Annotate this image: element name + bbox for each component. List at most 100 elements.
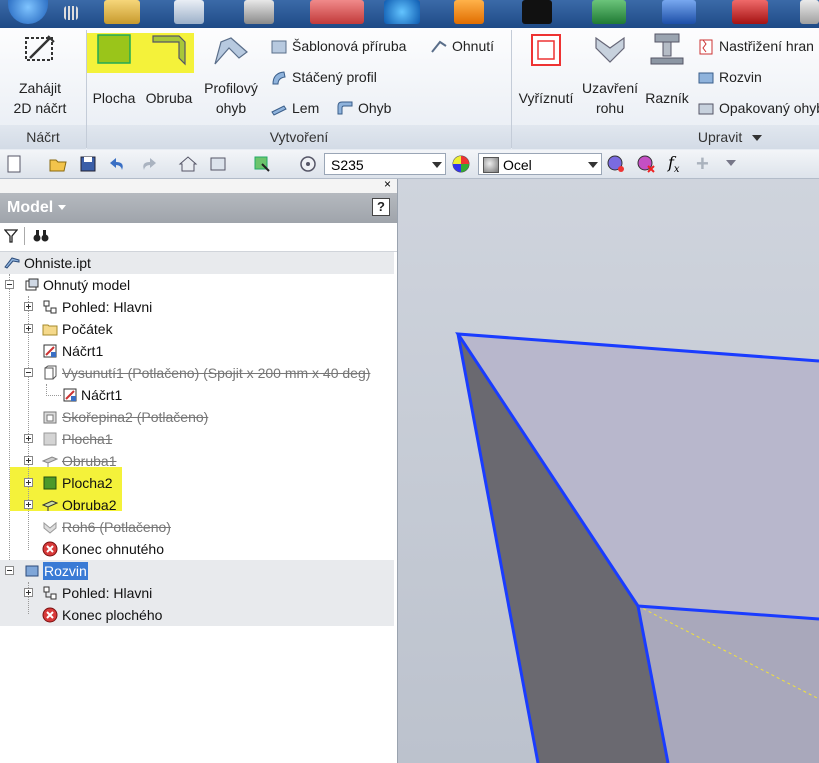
save-icon[interactable] [78,154,98,174]
customize-dropdown-icon[interactable] [726,160,736,166]
modify-panel-bar [512,125,819,149]
nastrizeni-label: Nastřižení hran [719,38,814,54]
home-icon[interactable] [178,154,198,174]
snipping-tool-icon[interactable] [310,0,364,24]
select-icon[interactable] [252,154,272,174]
excel-icon[interactable] [592,0,626,24]
math-app-icon[interactable] [244,0,274,24]
rip-icon [699,39,713,55]
open-folder-icon[interactable] [48,154,68,174]
chevron-down-icon [432,162,442,168]
appearance-select[interactable]: Ocel [478,153,602,175]
app-black-icon[interactable] [522,0,552,24]
plus-icon[interactable]: + [696,151,709,177]
collapse-icon[interactable] [5,280,14,289]
tree-item-flat-pattern[interactable]: Rozvin [0,560,394,582]
find-binoculars-icon[interactable] [33,229,49,243]
undo-icon[interactable] [108,154,128,174]
tree-item-end-flat[interactable]: Konec plochého [0,604,394,626]
appearance-value: Ocel [503,157,532,173]
lem-button[interactable]: Lem [270,97,319,119]
start-orb-icon[interactable] [8,0,48,24]
obruba-button[interactable]: Obruba [141,30,197,108]
vyriznuti-button[interactable]: Vyříznutí [514,30,578,108]
new-file-icon[interactable] [4,154,24,174]
clear-appearance-icon[interactable] [636,154,656,174]
obruba-label: Obruba [145,90,193,106]
expand-icon[interactable] [24,456,33,465]
explorer-icon[interactable] [104,0,140,24]
tree-item-view[interactable]: Pohled: Hlavni [0,296,394,318]
tree-item-corner[interactable]: Roh6 (Potlačeno) [0,516,394,538]
word-icon[interactable] [662,0,696,24]
tree-item-sketch[interactable]: Náčrt1 [0,340,394,362]
adjust-appearance-icon[interactable] [606,154,626,174]
tree-item-extrusion[interactable]: Vysunutí1 (Potlačeno) (Spojit x 200 mm x… [0,362,394,384]
modify-panel-title[interactable]: Upravit [690,127,770,147]
tree-item-flange1[interactable]: Obruba1 [0,450,394,472]
return-icon[interactable] [208,154,228,174]
tree-item-flange2[interactable]: Obruba2 [0,494,394,516]
graphics-viewport[interactable] [398,179,819,763]
expand-icon[interactable] [24,324,33,333]
sablonova-priruba-button[interactable]: Šablonová příruba [270,35,406,57]
expand-icon[interactable] [24,302,33,311]
settings-wheel-icon[interactable] [298,154,318,174]
close-icon[interactable]: × [384,177,391,191]
plocha-button[interactable]: Plocha [89,30,139,108]
redo-icon[interactable] [138,154,158,174]
tree-item-part[interactable]: Ohniste.ipt [0,252,394,274]
profilovy-ohyb-button[interactable]: Profilový ohyb [199,30,263,118]
tree-item-sketch-child[interactable]: Náčrt1 [0,384,394,406]
app-window-icon[interactable] [800,0,819,24]
app-red-icon[interactable] [732,0,768,24]
collapse-icon[interactable] [24,368,33,377]
calculator-icon[interactable] [174,0,204,24]
nastrizeni-hran-button[interactable]: Nastřižení hran [697,35,814,57]
fx-parameters-icon[interactable]: fx [668,153,680,175]
tree-item-end-folded[interactable]: Konec ohnutého [0,538,394,560]
browser-title[interactable]: Model [7,193,66,223]
view-rep-icon [43,586,57,600]
help-icon[interactable]: ? [372,198,390,216]
tree-item-face1[interactable]: Plocha1 [0,428,394,450]
ohnuti-button[interactable]: Ohnutí [430,35,494,57]
tree-item-folded-model[interactable]: Ohnutý model [0,274,394,296]
tree-item-shell[interactable]: Skořepina2 (Potlačeno) [0,406,394,428]
raznik-button[interactable]: Razník [642,30,692,108]
expand-icon[interactable] [24,588,33,597]
ie-browser-icon[interactable] [384,0,420,24]
uzavreni-rohu-button[interactable]: Uzavření rohu [580,30,640,118]
sablonova-label: Šablonová příruba [292,38,407,54]
corner-seam-icon [43,521,57,534]
filter-icon[interactable] [4,229,18,243]
tree-item-face2[interactable]: Plocha2 [0,472,394,494]
tree-item-label: Konec plochého [62,607,163,623]
staceny-profil-button[interactable]: Stáčený profil [270,66,377,88]
collapse-icon[interactable] [5,566,14,575]
expand-icon[interactable] [24,478,33,487]
rozvin-ribbon-button[interactable]: Rozvin [697,66,762,88]
vlc-icon[interactable] [454,0,484,24]
uzavreni-label-1: Uzavření [581,80,639,96]
tree-item-label: Pohled: Hlavni [62,299,153,315]
extrude-icon [44,365,57,380]
fold-icon [431,40,447,53]
material-style-select[interactable]: S235 [324,153,446,175]
tree-item-view-flat[interactable]: Pohled: Hlavni [0,582,394,604]
tree-item-origin[interactable]: Počátek [0,318,394,340]
opakovany-ohyb-button[interactable]: Opakovaný ohyb [697,97,819,119]
lofted-flange-icon [271,40,287,54]
expand-icon[interactable] [24,434,33,443]
chevron-down-icon [588,162,598,168]
start-2d-sketch-button[interactable]: Zahájit 2D náčrt [6,30,74,118]
opakovany-label: Opakovaný ohyb [719,100,819,116]
expand-icon[interactable] [24,500,33,509]
tree-item-label: Náčrt1 [81,387,123,403]
ohyb-button[interactable]: Ohyb [336,97,391,119]
color-wheel-icon[interactable] [451,154,471,174]
model-3d-view[interactable] [398,179,819,763]
tree-item-label: Skořepina2 (Potlačeno) [62,409,209,425]
staceny-label: Stáčený profil [292,69,377,85]
taskbar-grid-icon[interactable] [64,6,78,20]
